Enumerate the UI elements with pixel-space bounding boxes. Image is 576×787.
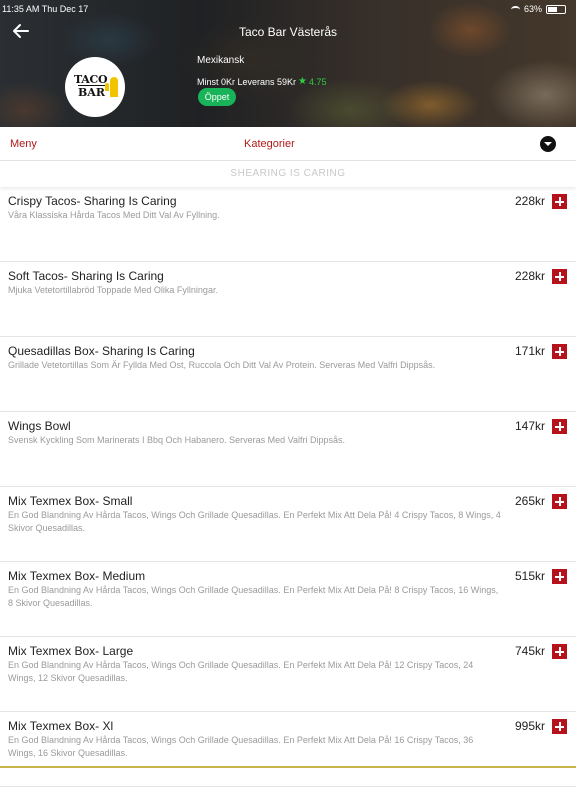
item-name: Mix Texmex Box- Medium [8, 569, 146, 583]
menu-nav-bar: Meny Kategorier [0, 127, 576, 161]
status-bar: 11:35 AM Thu Dec 17 63% [0, 2, 576, 16]
menu-item[interactable]: Wings Bowl Svensk Kyckling Som Marinerat… [0, 412, 576, 487]
item-price: 228kr [514, 194, 545, 208]
menu-item[interactable]: Mix Texmex Box- Small En God Blandning A… [0, 487, 576, 562]
menu-item[interactable]: Mix Texmex Box- Xl En God Blandning Av H… [0, 712, 576, 787]
item-name: Wings Bowl [8, 419, 71, 433]
item-description: En God Blandning Av Hårda Tacos, Wings O… [8, 735, 474, 758]
item-price: 171kr [514, 344, 545, 358]
item-description: En God Blandning Av Hårda Tacos, Wings O… [8, 660, 474, 683]
cuisine-label: Mexikansk [197, 55, 245, 66]
plus-icon[interactable] [552, 569, 567, 584]
item-description: Svensk Kyckling Som Marinerats I Bbq Och… [8, 435, 345, 445]
item-price: 265kr [514, 494, 545, 508]
item-name: Soft Tacos- Sharing Is Caring [8, 269, 164, 283]
page-title: Taco Bar Västerås [238, 25, 338, 39]
plus-icon[interactable] [552, 494, 567, 509]
menu-list: Crispy Tacos- Sharing Is Caring Våra Kla… [0, 187, 576, 787]
item-price: 515kr [514, 569, 545, 583]
item-name: Quesadillas Box- Sharing Is Caring [8, 344, 195, 358]
plus-icon[interactable] [552, 719, 567, 734]
item-name: Crispy Tacos- Sharing Is Caring [8, 194, 177, 208]
menu-item[interactable]: Quesadillas Box- Sharing Is Caring Grill… [0, 337, 576, 412]
item-description: Mjuka Vetetortillabröd Toppade Med Olika… [8, 285, 218, 295]
battery-percent: 63% [523, 4, 542, 14]
item-description: Grillade Vetetortillas Som Är Fyllda Med… [8, 360, 436, 370]
logo-text-bottom: BAR [78, 85, 105, 99]
battery-icon [546, 4, 566, 14]
item-description: Våra Klassiska Hårda Tacos Med Ditt Val … [8, 210, 220, 220]
item-description: En God Blandning Av Hårda Tacos, Wings O… [8, 510, 501, 533]
open-status-badge: Öppet [198, 88, 236, 106]
plus-icon[interactable] [552, 419, 567, 434]
item-price: 228kr [514, 269, 545, 283]
logo-text-top: TACO [74, 73, 108, 86]
menu-item[interactable]: Mix Texmex Box- Medium En God Blandning … [0, 562, 576, 637]
item-price: 147kr [514, 419, 545, 433]
delivery-info: Minst 0Kr Leverans 59Kr ★ 4.75 [197, 76, 327, 87]
plus-icon[interactable] [552, 344, 567, 359]
plus-icon[interactable] [552, 269, 567, 284]
item-name: Mix Texmex Box- Large [8, 644, 134, 658]
menu-item[interactable]: Mix Texmex Box- Large En God Blandning A… [0, 637, 576, 712]
menu-item[interactable]: Crispy Tacos- Sharing Is Caring Våra Kla… [0, 187, 576, 262]
item-price: 995kr [514, 719, 545, 733]
item-price: 745kr [514, 644, 545, 658]
star-icon: ★ [298, 76, 308, 87]
cactus-icon [105, 77, 118, 97]
chevron-down-icon[interactable] [540, 136, 556, 152]
wifi-icon [510, 5, 520, 13]
plus-icon[interactable] [552, 644, 567, 659]
item-name: Mix Texmex Box- Xl [8, 719, 114, 733]
section-title: SHEARING IS CARING [0, 161, 576, 187]
header-banner: 11:35 AM Thu Dec 17 63% Taco Bar Västerå… [0, 0, 576, 127]
item-name: Mix Texmex Box- Small [8, 494, 133, 508]
restaurant-logo: TACO BAR [65, 57, 125, 117]
plus-icon[interactable] [552, 194, 567, 209]
status-time: 11:35 AM Thu Dec 17 [2, 4, 89, 14]
item-description: En God Blandning Av Hårda Tacos, Wings O… [8, 585, 499, 608]
tab-categories[interactable]: Kategorier [244, 138, 295, 150]
rating-value: 4.75 [309, 76, 327, 87]
menu-item[interactable]: Soft Tacos- Sharing Is Caring Mjuka Vete… [0, 262, 576, 337]
tab-menu[interactable]: Meny [10, 138, 37, 150]
delivery-text: Minst 0Kr Leverans 59Kr [197, 76, 297, 87]
